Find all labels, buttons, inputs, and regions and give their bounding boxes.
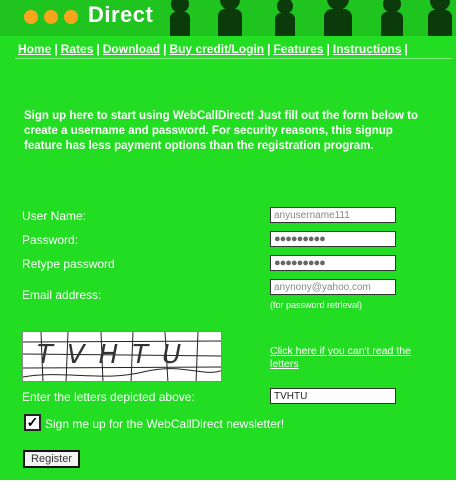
nav-home-link[interactable]: Home	[18, 42, 51, 56]
nav-rates-link[interactable]: Rates	[61, 42, 94, 56]
username-input[interactable]	[270, 207, 396, 223]
email-input[interactable]	[270, 279, 396, 295]
nav-separator: |	[267, 42, 271, 56]
email-label: Email address:	[22, 288, 102, 302]
nav-instructions-link[interactable]: Instructions	[333, 42, 402, 56]
password-input[interactable]	[270, 231, 396, 247]
window-edge-bottom	[0, 480, 467, 491]
retype-password-input[interactable]	[270, 255, 396, 271]
logo-dot	[44, 10, 58, 24]
newsletter-label: Sign me up for the WebCallDirect newslet…	[45, 417, 285, 431]
people-silhouettes-graphic	[170, 0, 452, 36]
cant-read-letters-link[interactable]: Click here if you can't read the letters	[270, 345, 430, 371]
retype-password-label: Retype password	[22, 257, 115, 271]
header-banner: Direct	[0, 0, 456, 36]
nav-separator: |	[326, 42, 330, 56]
nav-separator: |	[163, 42, 167, 56]
nav-separator: |	[54, 42, 58, 56]
logo-dots	[24, 10, 78, 24]
nav-separator: |	[96, 42, 100, 56]
signup-intro-text: Sign up here to start using WebCallDirec…	[24, 110, 419, 152]
register-button[interactable]: Register	[23, 450, 80, 468]
nav-divider	[15, 58, 452, 59]
logo-dot	[24, 10, 38, 24]
captcha-image: TVHTU	[22, 331, 222, 382]
page: Direct Home | Rates | Download | Buy credit/Lo…	[0, 0, 456, 480]
password-label: Password:	[22, 233, 79, 247]
nav-features-link[interactable]: Features	[273, 42, 323, 56]
nav-download-link[interactable]: Download	[103, 42, 160, 56]
top-nav: Home | Rates | Download | Buy credit/Login | Fea…	[18, 42, 411, 56]
nav-separator: |	[404, 42, 408, 56]
window-edge-right	[456, 0, 467, 491]
logo-dot	[64, 10, 78, 24]
nav-buy-credit-login-link[interactable]: Buy credit/Login	[169, 42, 264, 56]
username-label: User Name:	[22, 209, 87, 223]
captcha-entry-label: Enter the letters depicted above:	[22, 390, 195, 404]
newsletter-checkbox[interactable]: ✓	[24, 414, 41, 431]
brand-logo-text: Direct	[88, 2, 154, 27]
email-hint: (for password retrieval)	[270, 300, 363, 310]
captcha-letters: TVHTU	[37, 340, 196, 370]
captcha-entry-input[interactable]	[270, 388, 396, 404]
